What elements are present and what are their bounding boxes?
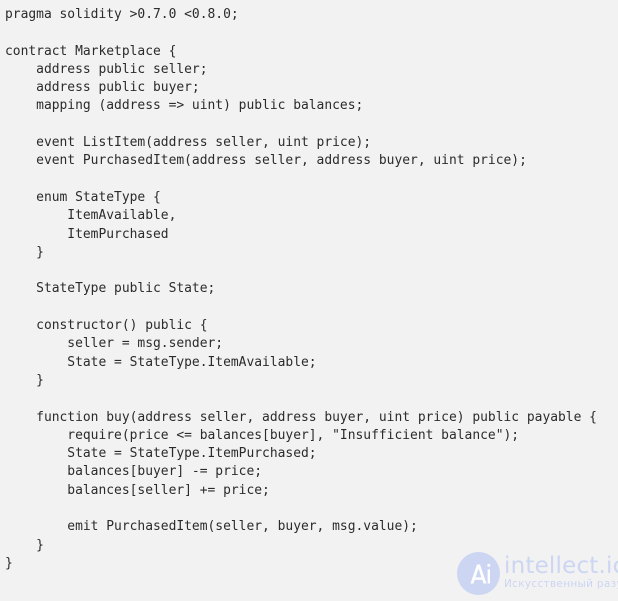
code-line: require(price <= balances[buyer], "Insuf…	[5, 427, 520, 443]
code-line: seller = msg.sender;	[5, 336, 224, 352]
code-line: ItemAvailable,	[5, 208, 177, 224]
code-block: pragma solidity >0.7.0 <0.8.0; contract M…	[5, 6, 618, 573]
code-line: }	[5, 372, 44, 388]
code-line: State = StateType.ItemPurchased;	[5, 446, 317, 462]
code-line: mapping (address => uint) public balance…	[5, 98, 364, 114]
code-line: }	[5, 244, 44, 260]
code-line: constructor() public {	[5, 318, 208, 334]
code-line: contract Marketplace {	[5, 43, 177, 59]
code-line: enum StateType {	[5, 189, 161, 205]
code-line: balances[seller] += price;	[5, 482, 270, 498]
code-line: event PurchasedItem(address seller, addr…	[5, 153, 527, 169]
code-line: address public seller;	[5, 61, 208, 77]
code-line: function buy(address seller, address buy…	[5, 409, 597, 425]
code-line: emit PurchasedItem(seller, buyer, msg.va…	[5, 519, 418, 535]
code-line: pragma solidity >0.7.0 <0.8.0;	[5, 7, 239, 22]
code-line: ItemPurchased	[5, 226, 169, 242]
code-line: StateType public State;	[5, 281, 216, 297]
code-line: }	[5, 537, 44, 553]
code-line: event ListItem(address seller, uint pric…	[5, 135, 372, 151]
code-line: State = StateType.ItemAvailable;	[5, 354, 317, 370]
code-line: }	[5, 555, 13, 571]
code-line: address public buyer;	[5, 80, 200, 96]
watermark-subtitle: Искусственный разум	[504, 578, 618, 590]
code-line: balances[buyer] -= price;	[5, 464, 263, 480]
